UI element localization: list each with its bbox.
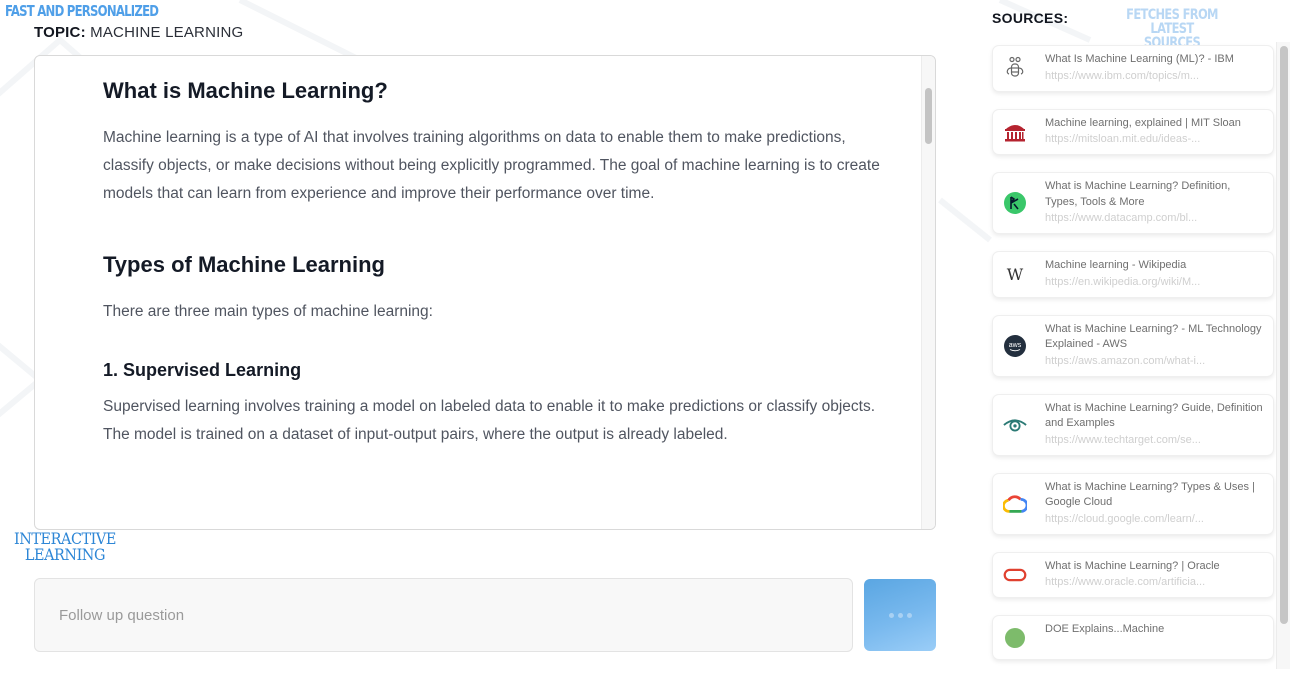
ibm-bee-icon: [1003, 56, 1027, 80]
source-url[interactable]: https://mitsloan.mit.edu/ideas-...: [1045, 131, 1263, 148]
source-url[interactable]: https://aws.amazon.com/what-i...: [1045, 353, 1263, 370]
annotation-line: FETCHES FROM LATEST: [1126, 7, 1218, 37]
source-title: What is Machine Learning? Types & Uses |…: [1045, 480, 1255, 509]
ellipsis-icon: [888, 612, 912, 618]
source-title: What is Machine Learning? Definition, Ty…: [1045, 180, 1231, 208]
sources-scrollbar-thumb[interactable]: [1280, 46, 1288, 624]
topic-label: TOPIC:: [34, 24, 86, 41]
paragraph-types-intro: There are three main types of machine le…: [103, 303, 433, 320]
source-url[interactable]: https://www.oracle.com/artificia...: [1045, 574, 1263, 591]
sources-title: SOURCES:: [992, 10, 1069, 26]
datacamp-icon: [1003, 191, 1027, 215]
sources-scrollbar[interactable]: [1276, 42, 1290, 669]
source-title: Machine learning, explained | MIT Sloan: [1045, 116, 1241, 129]
topic-value: MACHINE LEARNING: [90, 24, 244, 41]
answer-scrollbar[interactable]: [921, 56, 935, 529]
answer-content: What is Machine Learning? Machine learni…: [103, 74, 893, 449]
source-title: What Is Machine Learning (ML)? - IBM: [1045, 53, 1234, 65]
source-card[interactable]: W Machine learning - Wikipedia https://e…: [992, 251, 1274, 298]
sources-panel: What Is Machine Learning (ML)? - IBM htt…: [988, 42, 1290, 669]
topic-header: TOPIC: MACHINE LEARNING: [34, 24, 243, 41]
source-card[interactable]: What is Machine Learning? Types & Uses |…: [992, 472, 1274, 535]
source-title: What is Machine Learning? Guide, Definit…: [1045, 401, 1263, 430]
source-card[interactable]: What Is Machine Learning (ML)? - IBM htt…: [992, 45, 1274, 92]
heading-types: Types of Machine Learning: [103, 252, 385, 277]
source-card[interactable]: What is Machine Learning? | Oracle https…: [992, 551, 1274, 598]
source-card[interactable]: What is Machine Learning? Guide, Definit…: [992, 393, 1274, 456]
followup-question-input[interactable]: [34, 578, 853, 652]
google-cloud-icon: [1003, 492, 1027, 516]
annotation-line: LEARNING: [24, 545, 106, 564]
source-card[interactable]: DOE Explains...Machine: [992, 615, 1274, 660]
source-card[interactable]: Machine learning, explained | MIT Sloan …: [992, 108, 1274, 155]
source-url[interactable]: https://cloud.google.com/learn/...: [1045, 511, 1263, 528]
svg-text:aws: aws: [1009, 342, 1022, 349]
aws-icon: aws: [1003, 334, 1027, 358]
answer-panel: What is Machine Learning? Machine learni…: [34, 55, 936, 530]
mit-sloan-icon: [1003, 120, 1027, 144]
source-url[interactable]: https://www.ibm.com/topics/m...: [1045, 68, 1263, 85]
source-card[interactable]: What is Machine Learning? Definition, Ty…: [992, 172, 1274, 234]
source-title: What is Machine Learning? | Oracle: [1045, 559, 1220, 572]
annotation-fast-personalized: FAST AND PERSONALIZED: [5, 2, 159, 20]
oracle-icon: [1003, 563, 1027, 587]
answer-scrollbar-thumb[interactable]: [925, 88, 932, 144]
doe-icon: [1003, 626, 1027, 650]
source-url[interactable]: https://www.techtarget.com/se...: [1045, 432, 1263, 449]
source-card[interactable]: aws What is Machine Learning? - ML Techn…: [992, 314, 1274, 377]
source-url[interactable]: https://www.datacamp.com/bl...: [1045, 210, 1263, 227]
source-title: Machine learning - Wikipedia: [1045, 259, 1187, 271]
techtarget-eye-icon: [1003, 413, 1027, 437]
source-title: DOE Explains...Machine: [1045, 623, 1165, 635]
send-button[interactable]: [864, 579, 936, 651]
paragraph-definition: Machine learning is a type of AI that in…: [103, 129, 880, 202]
wikipedia-icon: W: [1006, 264, 1024, 284]
source-list: What Is Machine Learning (ML)? - IBM htt…: [992, 45, 1274, 669]
annotation-interactive-learning: INTERACTIVE LEARNING: [14, 531, 116, 563]
paragraph-supervised: Supervised learning involves training a …: [103, 398, 875, 443]
heading-supervised: 1. Supervised Learning: [103, 360, 302, 380]
heading-what-is-ml: What is Machine Learning?: [103, 78, 388, 103]
source-title: What is Machine Learning? - ML Technolog…: [1045, 322, 1262, 351]
source-url[interactable]: https://en.wikipedia.org/wiki/M...: [1045, 274, 1263, 291]
